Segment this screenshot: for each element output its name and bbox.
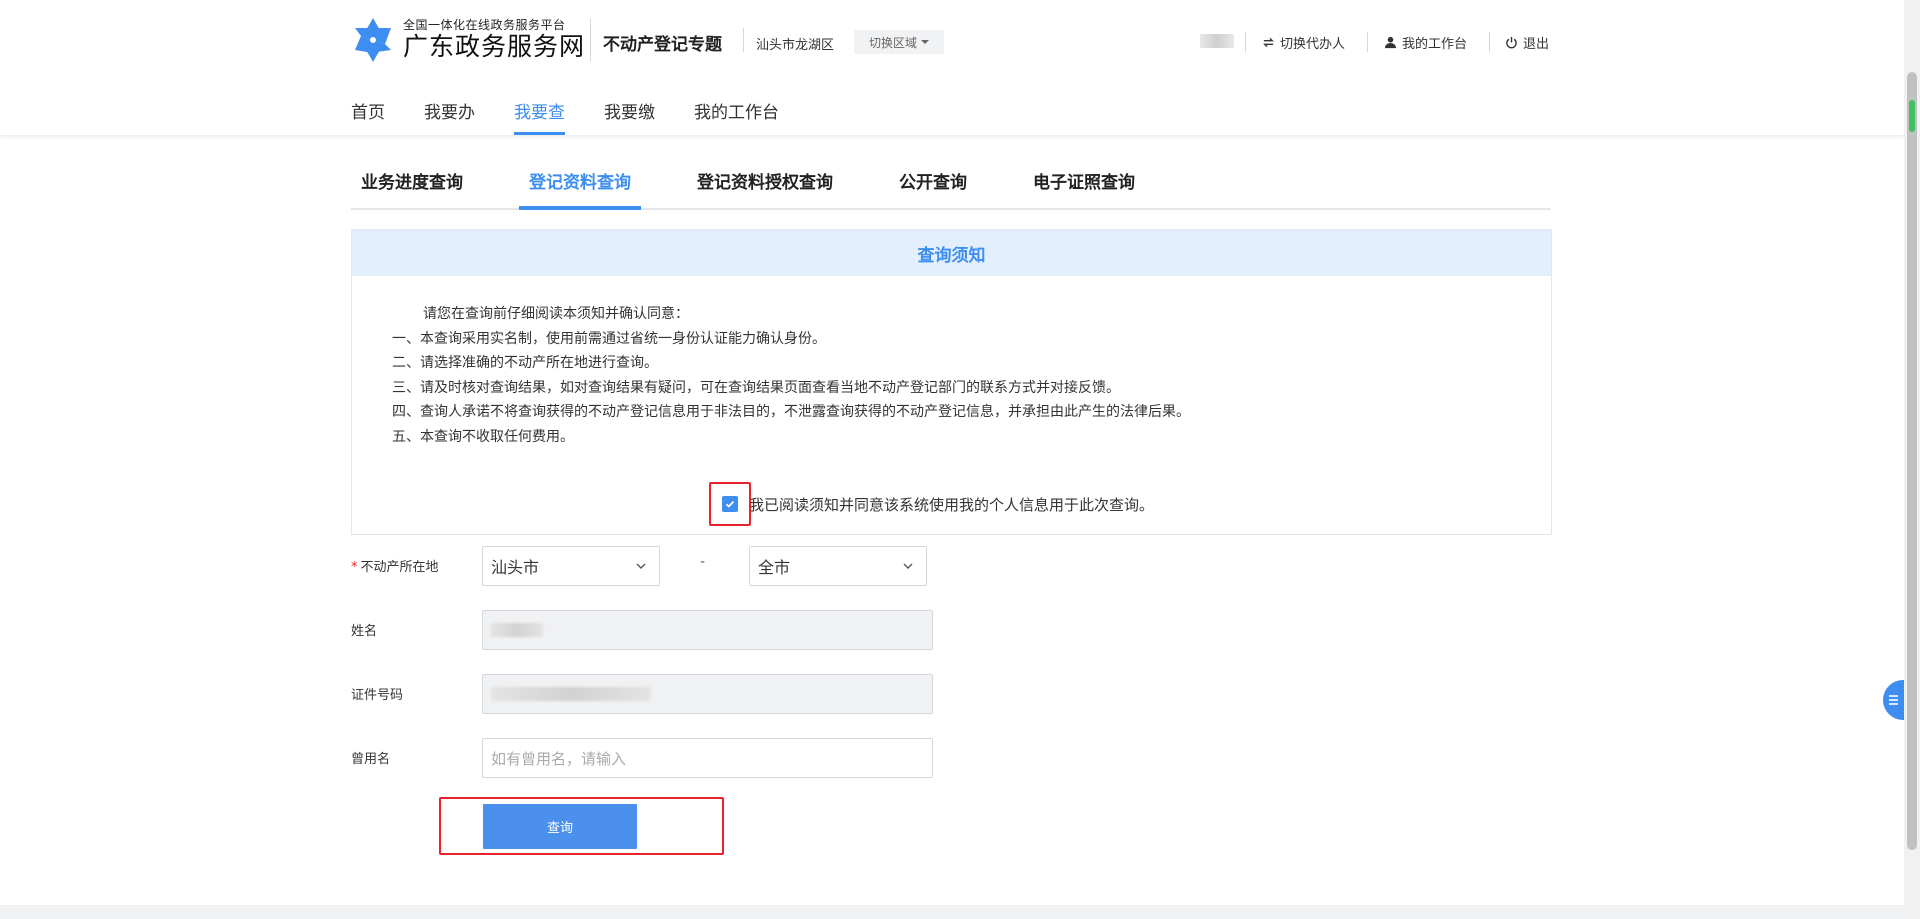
side-menu-tab[interactable] <box>1883 680 1904 720</box>
user-icon <box>1384 36 1397 49</box>
location-separator: - <box>700 554 706 570</box>
switch-region-dropdown[interactable]: 切换区域 <box>854 30 944 54</box>
city-select-value: 汕头市 <box>491 558 540 577</box>
logout-link[interactable]: 退出 <box>1505 33 1549 52</box>
notice-item: 二、请选择准确的不动产所在地进行查询。 <box>392 355 658 371</box>
chevron-down-icon <box>903 563 913 569</box>
tab-progress-query[interactable]: 业务进度查询 <box>351 156 473 208</box>
alias-placeholder: 如有曾用名，请输入 <box>491 749 627 768</box>
caret-down-icon <box>921 40 929 44</box>
alias-field[interactable]: 如有曾用名，请输入 <box>482 738 933 778</box>
nav-workbench[interactable]: 我的工作台 <box>694 98 779 135</box>
header-divider <box>1245 32 1246 52</box>
agree-checkbox[interactable] <box>721 496 738 512</box>
nav-handle[interactable]: 我要办 <box>424 98 475 135</box>
header-divider <box>743 28 744 52</box>
agree-label[interactable]: 我已阅读须知并同意该系统使用我的个人信息用于此次查询。 <box>749 494 1154 515</box>
logo-icon <box>355 18 391 62</box>
query-sub-tabs: 业务进度查询 登记资料查询 登记资料授权查询 公开查询 电子证照查询 <box>351 156 1551 210</box>
notice-intro: 请您在查询前仔细阅读本须知并确认同意： <box>423 306 689 322</box>
required-mark: * <box>351 560 358 575</box>
scrollbar-thumb[interactable] <box>1907 72 1917 850</box>
list-icon <box>1889 695 1898 705</box>
current-region: 汕头市龙湖区 <box>756 38 835 53</box>
nav-pay[interactable]: 我要缴 <box>604 98 655 135</box>
switch-region-label: 切换区域 <box>868 35 917 50</box>
id-number-label: 证件号码 <box>351 688 404 703</box>
name-field[interactable] <box>482 610 933 650</box>
workbench-link[interactable]: 我的工作台 <box>1384 33 1467 52</box>
agree-highlight-frame <box>708 482 751 526</box>
city-select[interactable]: 汕头市 <box>482 546 660 586</box>
switch-agent-link[interactable]: 切换代办人 <box>1262 33 1345 52</box>
id-number-field[interactable] <box>482 674 933 714</box>
district-select[interactable]: 全市 <box>749 546 927 586</box>
topic-title: 不动产登记专题 <box>603 35 722 55</box>
id-value-redacted <box>491 687 651 701</box>
alias-label: 曾用名 <box>351 752 391 767</box>
name-label: 姓名 <box>351 624 378 639</box>
notice-item: 五、本查询不收取任何费用。 <box>392 428 574 445</box>
notice-item: 四、查询人承诺不将查询获得的不动产登记信息用于非法目的，不泄露查询获得的不动产登… <box>392 404 1190 420</box>
workbench-label: 我的工作台 <box>1402 37 1468 52</box>
header-divider <box>590 18 591 62</box>
notice-body: 请您在查询前仔细阅读本须知并确认同意： 一、本查询采用实名制，使用前需通过省统一… <box>352 276 1551 449</box>
notice-item: 一、本查询采用实名制，使用前需通过省统一身份认证能力确认身份。 <box>392 330 826 347</box>
notice-item: 三、请及时核对查询结果，如对查询结果有疑问，可在查询结果页面查看当地不动产登记部… <box>392 379 1120 396</box>
query-notice-panel: 查询须知 请您在查询前仔细阅读本须知并确认同意： 一、本查询采用实名制，使用前需… <box>351 229 1552 535</box>
district-select-value: 全市 <box>758 558 791 577</box>
logo-subtitle: 全国一体化在线政务服务平台 <box>403 18 566 32</box>
agree-row: 我已阅读须知并同意该系统使用我的个人信息用于此次查询。 <box>352 482 1551 526</box>
user-name-redacted <box>1200 34 1234 48</box>
switch-agent-label: 切换代办人 <box>1280 37 1346 52</box>
name-value-redacted <box>491 623 543 637</box>
site-header: 全国一体化在线政务服务平台 广东政务服务网 不动产登记专题 汕头市龙湖区 切换区… <box>0 0 1904 136</box>
page-footer-strip <box>0 905 1904 919</box>
nav-query[interactable]: 我要查 <box>514 98 565 135</box>
query-button[interactable]: 查询 <box>483 804 637 849</box>
tab-record-query[interactable]: 登记资料查询 <box>519 156 641 210</box>
site-logo[interactable]: 全国一体化在线政务服务平台 广东政务服务网 <box>351 16 585 64</box>
check-icon <box>725 500 735 508</box>
header-divider <box>1367 32 1368 52</box>
notice-title: 查询须知 <box>352 230 1551 276</box>
header-divider <box>1489 32 1490 52</box>
tab-e-certificate-query[interactable]: 电子证照查询 <box>1023 156 1145 208</box>
scroll-indicator <box>1909 100 1915 132</box>
nav-home[interactable]: 首页 <box>351 98 385 135</box>
chevron-down-icon <box>636 563 646 569</box>
logout-label: 退出 <box>1523 37 1550 52</box>
logo-title: 广东政务服务网 <box>403 32 586 61</box>
main-nav: 首页 我要办 我要查 我要缴 我的工作台 <box>351 98 818 135</box>
swap-arrows-icon <box>1263 37 1274 48</box>
vertical-scrollbar[interactable] <box>1904 0 1920 919</box>
tab-public-query[interactable]: 公开查询 <box>889 156 977 208</box>
tab-authorized-query[interactable]: 登记资料授权查询 <box>687 156 843 208</box>
power-icon <box>1506 36 1517 49</box>
location-label: * 不动产所在地 <box>351 560 439 575</box>
